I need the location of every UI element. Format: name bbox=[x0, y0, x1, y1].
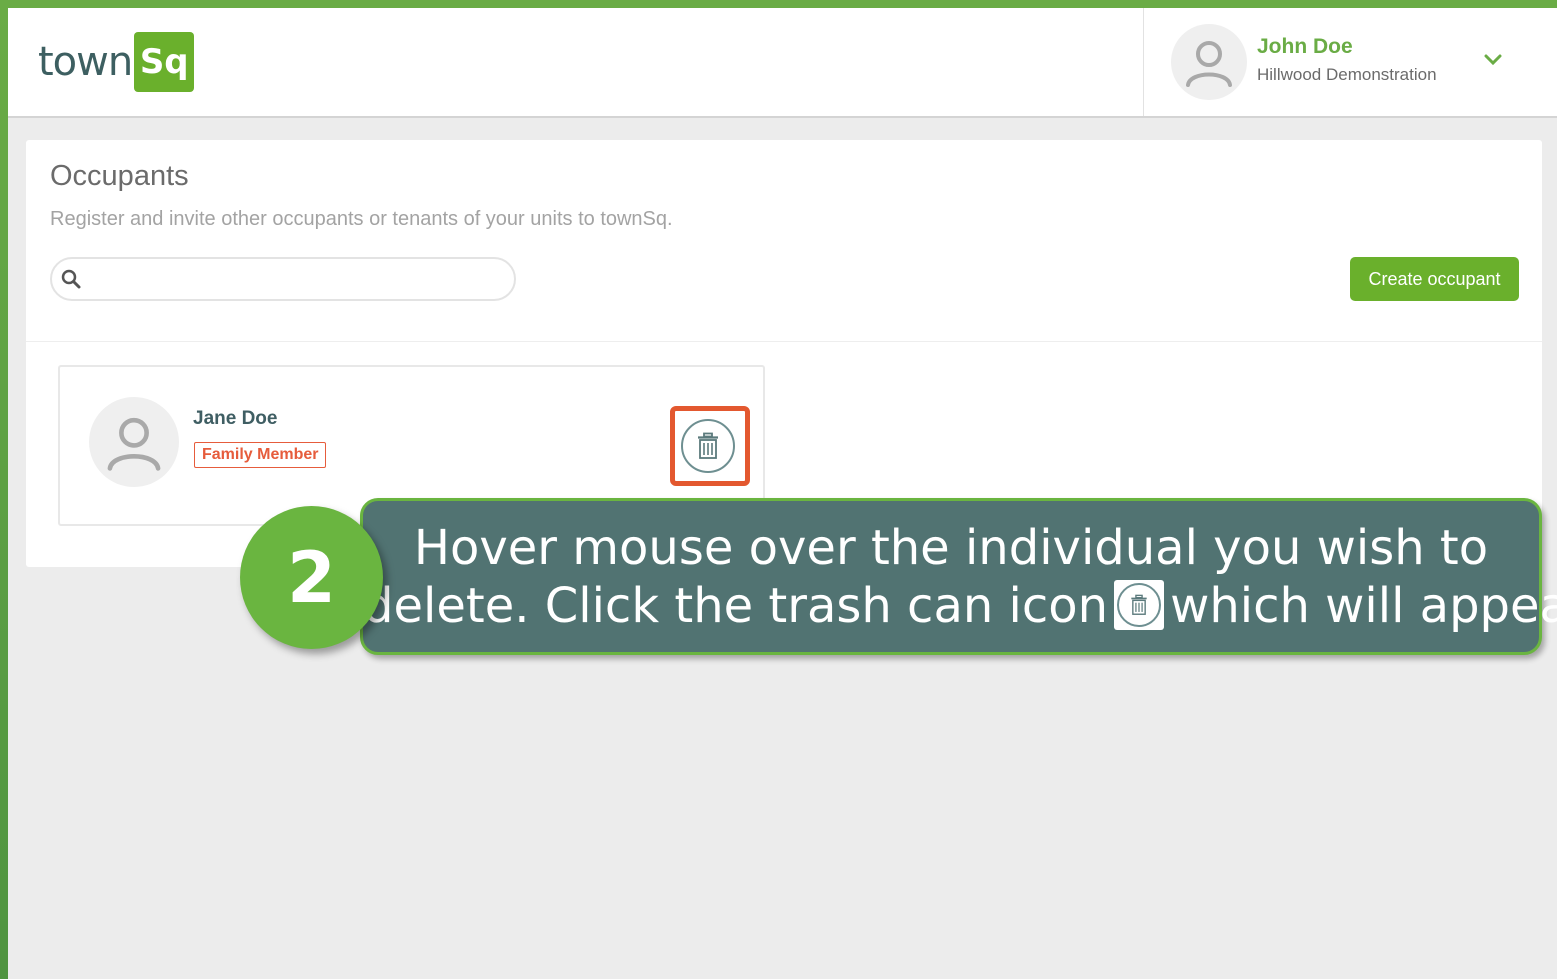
frame-border-left bbox=[0, 0, 8, 979]
step-number-badge: 2 bbox=[240, 506, 383, 649]
callout-line-1: Hover mouse over the individual you wish… bbox=[413, 520, 1489, 576]
search-input[interactable] bbox=[92, 263, 496, 297]
townsq-logo[interactable]: town Sq bbox=[38, 32, 195, 92]
occupant-avatar-icon bbox=[89, 397, 179, 487]
user-avatar-icon[interactable] bbox=[1171, 24, 1247, 100]
page-subtitle: Register and invite other occupants or t… bbox=[50, 208, 673, 230]
instruction-callout: Hover mouse over the individual you wish… bbox=[360, 498, 1557, 655]
inline-trash-icon bbox=[1114, 580, 1165, 630]
callout-line-2: delete. Click the trash can icon which w… bbox=[363, 577, 1557, 635]
chevron-down-icon[interactable] bbox=[1482, 50, 1504, 70]
panel-divider bbox=[26, 341, 1542, 342]
header-divider bbox=[1143, 8, 1144, 116]
app-header: town Sq John Doe Hillwood Demonstration bbox=[8, 8, 1557, 118]
trash-highlight-box bbox=[670, 406, 750, 486]
role-badge: Family Member bbox=[194, 442, 327, 468]
frame-border-top bbox=[0, 0, 1557, 8]
logo-box: Sq bbox=[134, 32, 195, 92]
create-occupant-button[interactable]: Create occupant bbox=[1350, 257, 1519, 301]
callout-line-2-start: delete. Click the trash can icon bbox=[363, 578, 1109, 634]
user-organization: Hillwood Demonstration bbox=[1257, 65, 1437, 84]
logo-text: town bbox=[38, 39, 133, 85]
callout-line-2-end: which will appear. bbox=[1170, 578, 1557, 634]
page-title: Occupants bbox=[50, 160, 189, 192]
search-icon bbox=[61, 269, 81, 289]
user-name[interactable]: John Doe bbox=[1257, 35, 1353, 59]
occupant-name[interactable]: Jane Doe bbox=[193, 408, 277, 430]
trash-icon[interactable] bbox=[681, 419, 735, 473]
search-box[interactable] bbox=[50, 257, 516, 301]
